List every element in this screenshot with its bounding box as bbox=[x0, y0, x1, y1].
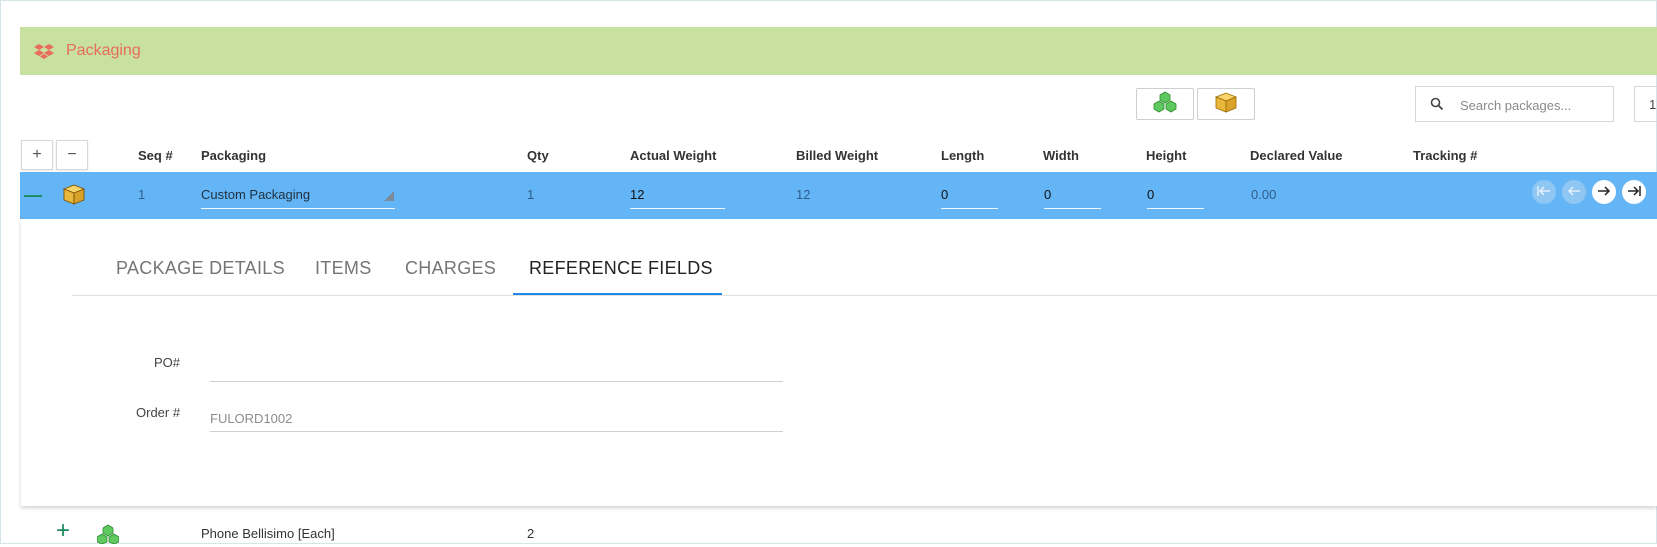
col-header-seq[interactable]: Seq # bbox=[138, 148, 173, 163]
last-icon bbox=[1627, 185, 1641, 200]
length-underline bbox=[941, 208, 998, 209]
col-header-height[interactable]: Height bbox=[1146, 148, 1186, 163]
actual-weight-underline bbox=[630, 208, 725, 209]
package-row-selected[interactable]: — 1 Custom Packaging 1 12 12 0 0 0 0.00 bbox=[20, 172, 1657, 219]
packaging-underline bbox=[201, 208, 395, 209]
row-height-input[interactable]: 0 bbox=[1147, 187, 1154, 202]
arrow-left-icon bbox=[1567, 185, 1581, 200]
box-icon bbox=[1214, 91, 1238, 118]
po-input[interactable] bbox=[210, 355, 783, 382]
first-row-button[interactable] bbox=[1532, 180, 1556, 204]
item-qty: 2 bbox=[527, 526, 535, 541]
search-box[interactable] bbox=[1415, 86, 1614, 122]
add-package-button[interactable] bbox=[1197, 88, 1255, 120]
package-box-icon bbox=[62, 183, 86, 208]
last-row-button[interactable] bbox=[1622, 180, 1646, 204]
tab-package-details[interactable]: PACKAGE DETAILS bbox=[116, 258, 285, 279]
dropdown-corner-icon bbox=[384, 189, 394, 204]
width-underline bbox=[1044, 208, 1101, 209]
active-tab-indicator bbox=[513, 293, 722, 295]
row-declared-value: 0.00 bbox=[1251, 187, 1277, 202]
section-title: Packaging bbox=[66, 42, 141, 59]
tab-bar-divider bbox=[72, 295, 1657, 296]
tab-reference-fields[interactable]: REFERENCE FIELDS bbox=[529, 258, 713, 279]
row-seq: 1 bbox=[138, 187, 146, 202]
next-row-button[interactable] bbox=[1592, 180, 1616, 204]
section-header: Packaging bbox=[20, 27, 1657, 75]
page-number-field[interactable]: 1 bbox=[1634, 86, 1657, 122]
row-packaging-select[interactable]: Custom Packaging bbox=[201, 187, 310, 202]
add-row-button[interactable]: + bbox=[21, 140, 53, 170]
expand-row-toggle[interactable]: + bbox=[56, 519, 70, 543]
col-header-actual-weight[interactable]: Actual Weight bbox=[630, 148, 716, 163]
row-length-input[interactable]: 0 bbox=[941, 187, 948, 202]
items-cluster-icon bbox=[1153, 91, 1177, 118]
add-items-button[interactable] bbox=[1136, 88, 1194, 120]
row-actual-weight-input[interactable]: 12 bbox=[630, 187, 644, 202]
previous-row-button[interactable] bbox=[1562, 180, 1586, 204]
order-number-input[interactable] bbox=[210, 405, 783, 432]
col-header-billed-weight[interactable]: Billed Weight bbox=[796, 148, 878, 163]
first-icon bbox=[1537, 185, 1551, 200]
row-width-input[interactable]: 0 bbox=[1044, 187, 1051, 202]
tab-charges[interactable]: CHARGES bbox=[405, 258, 496, 279]
row-billed-weight: 12 bbox=[796, 187, 811, 202]
col-header-length[interactable]: Length bbox=[941, 148, 984, 163]
col-header-packaging[interactable]: Packaging bbox=[201, 148, 266, 163]
arrow-right-icon bbox=[1597, 185, 1611, 200]
col-header-declared-value[interactable]: Declared Value bbox=[1250, 148, 1343, 163]
remove-row-button[interactable]: − bbox=[56, 140, 88, 170]
collapse-row-toggle[interactable]: — bbox=[24, 185, 42, 206]
item-name: Phone Bellisimo [Each] bbox=[201, 526, 335, 541]
col-header-width[interactable]: Width bbox=[1043, 148, 1079, 163]
tab-items[interactable]: ITEMS bbox=[315, 258, 372, 279]
col-header-qty[interactable]: Qty bbox=[527, 148, 549, 163]
search-input[interactable] bbox=[1458, 95, 1612, 115]
dropbox-icon bbox=[34, 41, 54, 61]
row-qty: 1 bbox=[527, 187, 535, 202]
search-icon bbox=[1430, 97, 1444, 111]
col-header-tracking[interactable]: Tracking # bbox=[1413, 148, 1477, 163]
po-label: PO# bbox=[154, 355, 181, 370]
height-underline bbox=[1147, 208, 1204, 209]
order-number-label: Order # bbox=[136, 405, 181, 420]
